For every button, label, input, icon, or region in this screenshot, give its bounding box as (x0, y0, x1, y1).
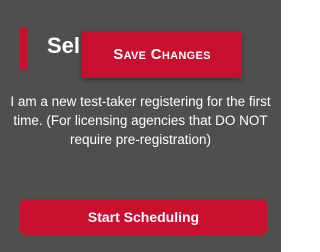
card-title: Sel (47, 33, 81, 58)
save-changes-button[interactable]: Save Changes (82, 32, 242, 78)
registration-option-card: Sel Save Changes I am a new test-taker r… (0, 0, 281, 252)
card-description: I am a new test-taker registering for th… (10, 94, 271, 147)
start-scheduling-button[interactable]: Start Scheduling (20, 199, 267, 235)
title-accent-bar (20, 28, 27, 70)
